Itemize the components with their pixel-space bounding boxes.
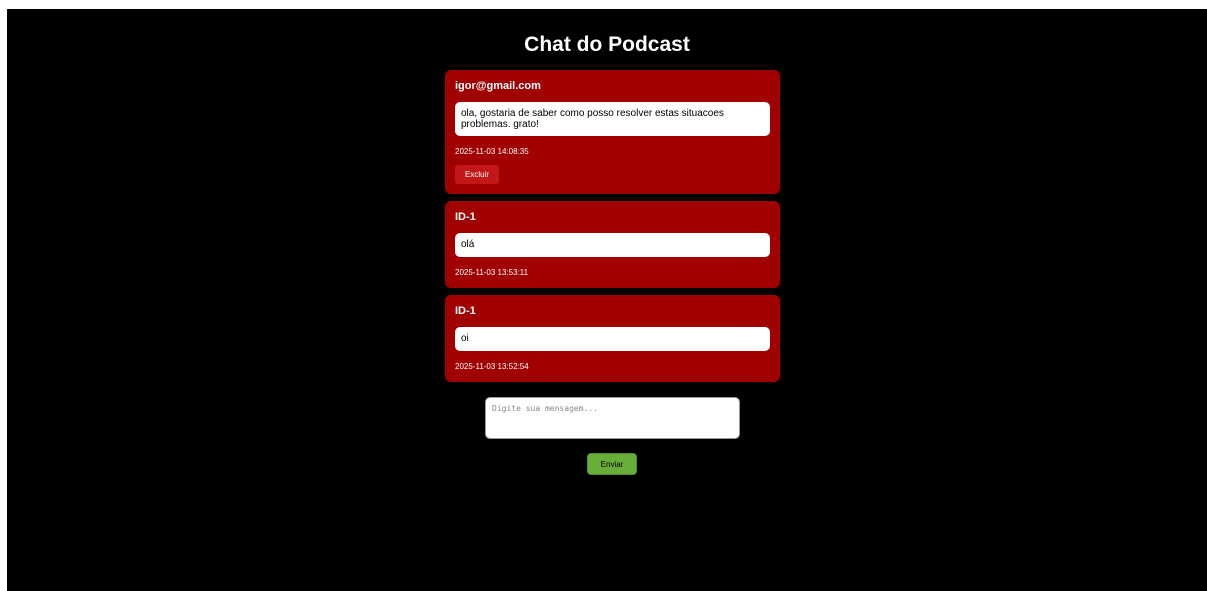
message-timestamp: 2025-11-03 14:08:35: [455, 147, 529, 156]
message-list: igor@gmail.com ola, gostaria de saber co…: [445, 70, 780, 389]
message-text: ola, gostaria de saber como posso resolv…: [455, 102, 770, 136]
message-card: ID-1 oi 2025-11-03 13:52:54: [445, 295, 780, 382]
delete-message-button[interactable]: Excluir: [455, 165, 500, 184]
send-button[interactable]: Enviar: [587, 453, 637, 475]
message-text: oi: [455, 327, 770, 351]
message-card: igor@gmail.com ola, gostaria de saber co…: [445, 70, 780, 194]
message-input[interactable]: [485, 397, 740, 439]
message-card: ID-1 olá 2025-11-03 13:53:11: [445, 201, 780, 288]
page-title: Chat do Podcast: [524, 33, 690, 56]
message-author: ID-1: [455, 211, 476, 223]
message-timestamp: 2025-11-03 13:52:54: [455, 362, 529, 371]
message-timestamp: 2025-11-03 13:53:11: [455, 268, 529, 277]
message-author: ID-1: [455, 305, 476, 317]
message-author: igor@gmail.com: [455, 80, 541, 92]
message-text: olá: [455, 233, 770, 257]
chat-page: Chat do Podcast igor@gmail.com ola, gost…: [7, 9, 1207, 591]
